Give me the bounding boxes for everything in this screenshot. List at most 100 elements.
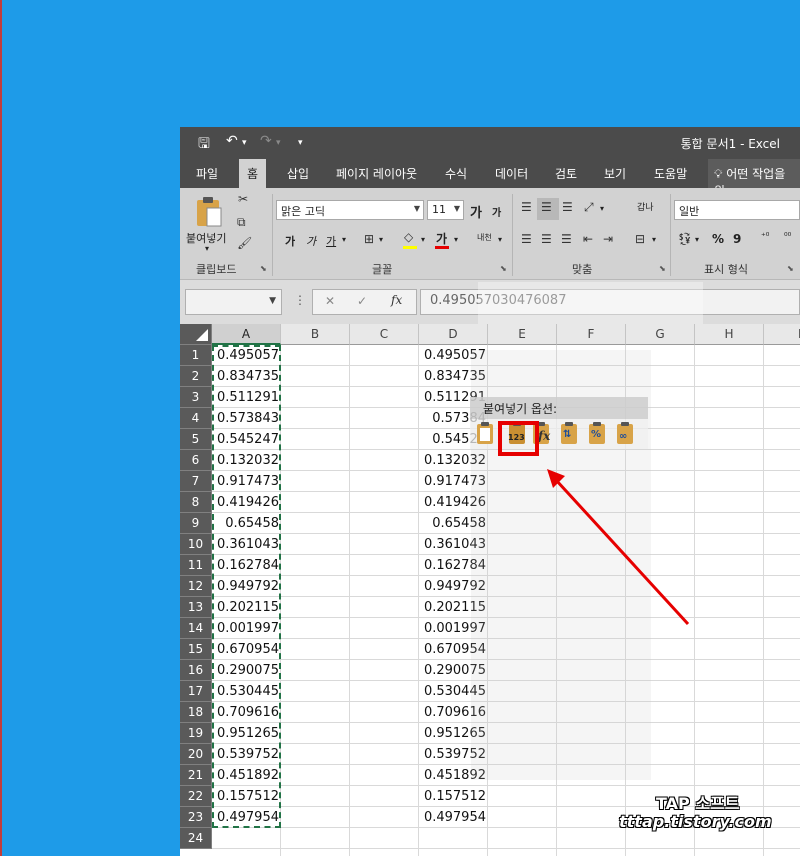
- row-header[interactable]: 9: [180, 513, 212, 534]
- row-header[interactable]: 5: [180, 429, 212, 450]
- percent-style-button[interactable]: %: [712, 232, 724, 246]
- underline-button[interactable]: 가: [326, 233, 336, 249]
- alignment-launcher-icon[interactable]: ⬊: [659, 264, 666, 273]
- paste-icon[interactable]: [195, 196, 223, 228]
- column-header-a[interactable]: A: [212, 324, 281, 345]
- decrease-indent-icon[interactable]: ⇤: [583, 232, 593, 246]
- paste-dropdown-icon[interactable]: ▾: [205, 244, 209, 253]
- tab-insert[interactable]: 삽입: [287, 165, 309, 182]
- underline-dropdown-icon[interactable]: ▾: [342, 235, 346, 244]
- accounting-format-icon[interactable]: 💱︎: [677, 232, 692, 246]
- orientation-dropdown-icon[interactable]: ▾: [600, 204, 604, 213]
- select-all-button[interactable]: [180, 324, 212, 345]
- column-header-d[interactable]: D: [419, 324, 488, 345]
- tab-formulas[interactable]: 수식: [445, 165, 467, 182]
- column-header-h[interactable]: H: [695, 324, 764, 345]
- decrease-decimal-icon[interactable]: ⁰⁰: [784, 232, 791, 242]
- undo-icon[interactable]: ↶: [226, 133, 238, 149]
- align-right-icon[interactable]: ☰: [561, 232, 572, 246]
- redo-dropdown-icon[interactable]: ▾: [276, 138, 281, 148]
- redo-icon[interactable]: ↷: [260, 133, 272, 149]
- format-painter-icon[interactable]: 🖌︎: [237, 236, 252, 250]
- fill-color-icon[interactable]: ◇: [404, 230, 413, 244]
- align-left-icon[interactable]: ☰: [521, 232, 532, 246]
- row-header[interactable]: 10: [180, 534, 212, 555]
- shrink-font-icon[interactable]: 가: [492, 204, 501, 219]
- row-header[interactable]: 13: [180, 597, 212, 618]
- insert-function-icon[interactable]: fx: [391, 293, 402, 307]
- align-bottom-icon[interactable]: ☰: [562, 200, 573, 214]
- wrap-text-icon[interactable]: 갑나: [637, 200, 654, 213]
- clipboard-launcher-icon[interactable]: ⬊: [260, 264, 267, 273]
- customize-qat-icon[interactable]: ▾: [298, 138, 303, 148]
- column-header-c[interactable]: C: [350, 324, 419, 345]
- border-icon[interactable]: ⊞: [364, 232, 374, 246]
- row-header[interactable]: 19: [180, 723, 212, 744]
- increase-indent-icon[interactable]: ⇥: [603, 232, 613, 246]
- tab-home[interactable]: 홈: [239, 159, 267, 188]
- save-icon[interactable]: 🖫: [198, 133, 210, 157]
- undo-dropdown-icon[interactable]: ▾: [242, 138, 247, 148]
- column-header-f[interactable]: F: [557, 324, 626, 345]
- comma-style-button[interactable]: 9: [733, 232, 741, 246]
- row-header[interactable]: 22: [180, 786, 212, 807]
- align-top-icon[interactable]: ☰: [521, 200, 532, 214]
- fill-dropdown-icon[interactable]: ▾: [421, 235, 425, 244]
- tab-file[interactable]: 파일: [196, 165, 218, 182]
- row-header[interactable]: 11: [180, 555, 212, 576]
- copy-icon[interactable]: ⧉: [237, 215, 246, 230]
- row-header[interactable]: 15: [180, 639, 212, 660]
- cell-column-d[interactable]: 0.497954: [419, 807, 488, 828]
- row-header[interactable]: 6: [180, 450, 212, 471]
- cut-icon[interactable]: ✂: [238, 192, 248, 206]
- paste-option-transpose[interactable]: ⇅: [556, 421, 582, 447]
- row-header[interactable]: 3: [180, 387, 212, 408]
- number-format-select[interactable]: 일반: [674, 200, 800, 220]
- orientation-icon[interactable]: ⤢: [584, 200, 594, 215]
- merge-dropdown-icon[interactable]: ▾: [652, 235, 656, 244]
- row-header[interactable]: 2: [180, 366, 212, 387]
- cell-column-d[interactable]: 0.157512: [419, 786, 488, 807]
- column-header-i[interactable]: I: [764, 324, 800, 345]
- row-header[interactable]: 17: [180, 681, 212, 702]
- row-header[interactable]: 8: [180, 492, 212, 513]
- merge-center-icon[interactable]: ⊟: [635, 232, 645, 246]
- font-color-icon[interactable]: 가: [436, 230, 447, 247]
- tab-page-layout[interactable]: 페이지 레이아웃: [336, 165, 417, 182]
- align-middle-button[interactable]: ☰: [537, 198, 559, 220]
- font-name-select[interactable]: 맑은 고딕 ▼: [276, 200, 424, 220]
- phonetic-dropdown-icon[interactable]: ▾: [498, 235, 502, 244]
- phonetic-icon[interactable]: 내천: [477, 232, 492, 243]
- row-header[interactable]: 23: [180, 807, 212, 828]
- tab-help[interactable]: 도움말: [654, 165, 687, 182]
- row-header[interactable]: 18: [180, 702, 212, 723]
- row-header[interactable]: 1: [180, 345, 212, 366]
- italic-button[interactable]: 가: [306, 233, 316, 249]
- row-header[interactable]: 24: [180, 828, 212, 849]
- grow-font-icon[interactable]: 가: [470, 202, 482, 221]
- accounting-dropdown-icon[interactable]: ▾: [695, 235, 699, 244]
- paste-option-link[interactable]: ∞: [612, 421, 638, 447]
- align-center-icon[interactable]: ☰: [541, 232, 552, 246]
- row-header[interactable]: 7: [180, 471, 212, 492]
- row-header[interactable]: 21: [180, 765, 212, 786]
- font-color-dropdown-icon[interactable]: ▾: [454, 235, 458, 244]
- row-header[interactable]: 14: [180, 618, 212, 639]
- row-header[interactable]: 20: [180, 744, 212, 765]
- enter-icon[interactable]: ✓: [357, 294, 367, 308]
- row-header[interactable]: 16: [180, 660, 212, 681]
- tab-data[interactable]: 데이터: [495, 165, 528, 182]
- column-header-g[interactable]: G: [626, 324, 695, 345]
- column-header-b[interactable]: B: [281, 324, 350, 345]
- font-size-select[interactable]: 11 ▼: [427, 200, 464, 220]
- font-launcher-icon[interactable]: ⬊: [500, 264, 507, 273]
- cancel-icon[interactable]: ✕: [325, 294, 335, 308]
- bold-button[interactable]: 가: [285, 233, 295, 249]
- paste-option-paste[interactable]: [472, 421, 498, 447]
- border-dropdown-icon[interactable]: ▾: [379, 235, 383, 244]
- row-header[interactable]: 12: [180, 576, 212, 597]
- column-header-e[interactable]: E: [488, 324, 557, 345]
- row-header[interactable]: 4: [180, 408, 212, 429]
- formula-bar-handle-icon[interactable]: ⋮: [294, 293, 306, 307]
- tab-view[interactable]: 보기: [604, 165, 626, 182]
